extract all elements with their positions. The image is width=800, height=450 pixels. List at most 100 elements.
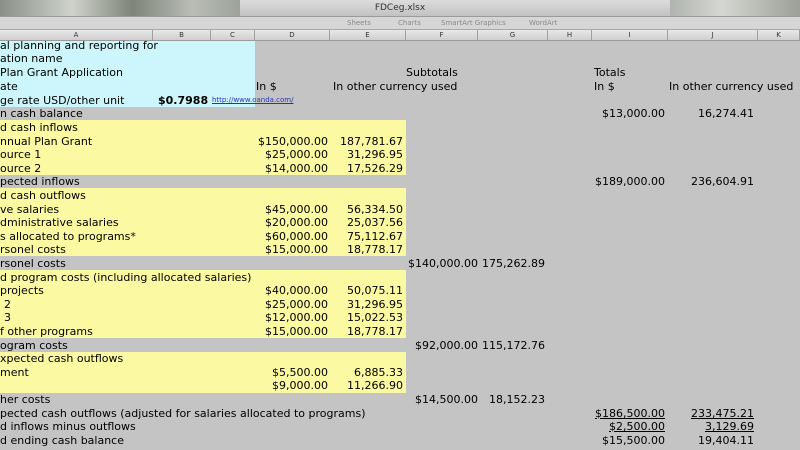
cell-a[interactable]: dministrative salaries (0, 216, 119, 229)
cell-a[interactable]: s allocated to programs* (0, 230, 136, 243)
table-row: d program costs (including allocated sal… (0, 271, 800, 284)
cell-i[interactable]: $2,500.00 (592, 420, 665, 433)
cell-d[interactable]: $150,000.00 (255, 135, 328, 148)
cell-a[interactable]: her costs (0, 393, 50, 406)
document-title: FDCeg.xlsx (374, 3, 426, 13)
cell-i[interactable]: $189,000.00 (592, 175, 665, 188)
cell-d[interactable]: $15,000.00 (255, 243, 328, 256)
cell-e[interactable]: 187,781.67 (330, 135, 403, 148)
cell-i[interactable]: In $ (594, 80, 615, 93)
table-row: 3 $12,000.00 15,022.53 (0, 311, 800, 324)
cell-d[interactable]: In $ (256, 80, 277, 93)
cell-d[interactable]: $9,000.00 (255, 379, 328, 392)
cell-j[interactable]: 233,475.21 (668, 407, 754, 420)
ribbon-tab-wordart[interactable]: WordArt (529, 19, 557, 27)
table-row: rsonel costs $15,000.00 18,778.17 (0, 243, 800, 256)
cell-d[interactable]: $60,000.00 (255, 230, 328, 243)
cell-d[interactable]: $40,000.00 (255, 284, 328, 297)
cell-a[interactable]: d program costs (including allocated sal… (0, 271, 251, 284)
cell-d[interactable]: $15,000.00 (255, 325, 328, 338)
cell-d[interactable]: $14,000.00 (255, 162, 328, 175)
cell-e[interactable]: 25,037.56 (330, 216, 403, 229)
cell-e[interactable]: 11,266.90 (330, 379, 403, 392)
table-row: pected inflows $189,000.00 236,604.91 (0, 175, 800, 188)
cell-a[interactable]: ve salaries (0, 203, 59, 216)
cell-f[interactable]: $14,500.00 (406, 393, 478, 406)
cell-a[interactable]: ge rate USD/other unit (0, 94, 124, 107)
cell-a[interactable]: pected inflows (0, 175, 80, 188)
cell-a[interactable]: rsonel costs (0, 257, 66, 270)
table-row: d inflows minus outflows $2,500.00 3,129… (0, 420, 800, 433)
table-row: pected cash outflows (adjusted for salar… (0, 407, 800, 420)
cell-a[interactable]: ource 2 (0, 162, 41, 175)
cell-a[interactable]: d cash inflows (0, 121, 78, 134)
cell-a[interactable]: xpected cash outflows (0, 352, 123, 365)
table-row: ge rate USD/other unit $0.7988 http://ww… (0, 94, 800, 107)
cell-a[interactable]: 3 (4, 311, 11, 324)
cell-e[interactable]: 50,075.11 (330, 284, 403, 297)
cell-g[interactable]: 115,172.76 (478, 339, 545, 352)
cell-e[interactable]: In other currency used (333, 80, 457, 93)
cell-f[interactable]: $92,000.00 (406, 339, 478, 352)
cell-d[interactable]: $25,000.00 (255, 148, 328, 161)
cell-a[interactable]: 2 (4, 298, 11, 311)
cell-a[interactable]: nnual Plan Grant (0, 135, 92, 148)
cell-f-header[interactable]: Subtotals (406, 66, 458, 79)
cell-a[interactable]: ation name (0, 52, 63, 65)
table-row: al planning and reporting for (0, 39, 800, 52)
cell-j[interactable]: 3,129.69 (668, 420, 754, 433)
cell-d[interactable]: $25,000.00 (255, 298, 328, 311)
table-row: ment $5,500.00 6,885.33 (0, 366, 800, 379)
cell-e[interactable]: 18,778.17 (330, 325, 403, 338)
cell-i[interactable]: $13,000.00 (592, 107, 665, 120)
table-row: ogram costs $92,000.00 115,172.76 (0, 339, 800, 352)
cell-a[interactable]: ment (0, 366, 29, 379)
cell-i[interactable]: $15,500.00 (592, 434, 665, 447)
table-row: her costs $14,500.00 18,152.23 (0, 393, 800, 406)
cell-d[interactable]: $12,000.00 (255, 311, 328, 324)
cell-b-exchange-rate[interactable]: $0.7988 (158, 94, 208, 107)
cell-e[interactable]: 15,022.53 (330, 311, 403, 324)
cell-f[interactable]: $140,000.00 (406, 257, 478, 270)
cell-a[interactable]: d cash outflows (0, 189, 86, 202)
table-row: d cash inflows (0, 121, 800, 134)
cell-j[interactable]: 236,604.91 (668, 175, 754, 188)
table-row: ource 2 $14,000.00 17,526.29 (0, 162, 800, 175)
cell-e[interactable]: 6,885.33 (330, 366, 403, 379)
ribbon-tab-smartart[interactable]: SmartArt Graphics (441, 19, 506, 27)
cell-e[interactable]: 31,296.95 (330, 148, 403, 161)
cell-a[interactable]: Plan Grant Application (0, 66, 123, 79)
cell-g[interactable]: 175,262.89 (478, 257, 545, 270)
table-row: Plan Grant Application Subtotals Totals (0, 66, 800, 79)
cell-a[interactable]: d ending cash balance (0, 434, 124, 447)
cell-d[interactable]: $5,500.00 (255, 366, 328, 379)
table-row: n cash balance $13,000.00 16,274.41 (0, 107, 800, 120)
cell-a[interactable]: al planning and reporting for (0, 39, 158, 52)
cell-e[interactable]: 17,526.29 (330, 162, 403, 175)
cell-a[interactable]: rsonel costs (0, 243, 66, 256)
cell-e[interactable]: 75,112.67 (330, 230, 403, 243)
cell-d[interactable]: $45,000.00 (255, 203, 328, 216)
oanda-link[interactable]: http://www.oanda.com/ (212, 94, 293, 107)
cell-e[interactable]: 18,778.17 (330, 243, 403, 256)
cell-j[interactable]: 16,274.41 (668, 107, 754, 120)
cell-a[interactable]: n cash balance (0, 107, 83, 120)
spreadsheet-grid[interactable]: al planning and reporting for ation name… (0, 39, 800, 450)
cell-a[interactable]: projects (0, 284, 44, 297)
cell-d[interactable]: $20,000.00 (255, 216, 328, 229)
cell-a[interactable]: ogram costs (0, 339, 68, 352)
cell-i[interactable]: $186,500.00 (592, 407, 665, 420)
cell-j[interactable]: 19,404.11 (668, 434, 754, 447)
cell-g[interactable]: 18,152.23 (478, 393, 545, 406)
cell-e[interactable]: 56,334.50 (330, 203, 403, 216)
ribbon-tab-sheets[interactable]: Sheets (347, 19, 371, 27)
cell-a[interactable]: d inflows minus outflows (0, 420, 136, 433)
cell-a[interactable]: f other programs (0, 325, 93, 338)
cell-i-header[interactable]: Totals (594, 66, 625, 79)
cell-a[interactable]: pected cash outflows (adjusted for salar… (0, 407, 366, 420)
cell-a[interactable]: ate (0, 80, 18, 93)
cell-e[interactable]: 31,296.95 (330, 298, 403, 311)
ribbon-tab-charts[interactable]: Charts (398, 19, 421, 27)
cell-a[interactable]: ource 1 (0, 148, 41, 161)
cell-j[interactable]: In other currency used (669, 80, 793, 93)
